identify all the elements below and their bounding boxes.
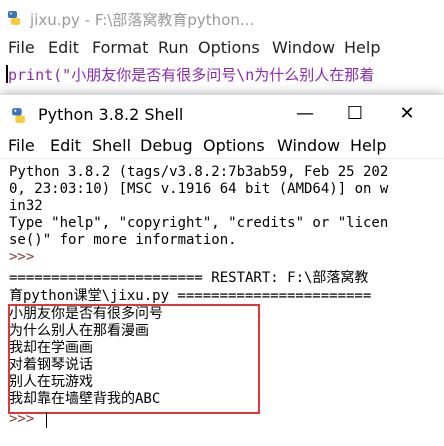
- editor-menu-window[interactable]: Window: [272, 38, 335, 57]
- banner-line: Type "help", "copyright", "credits" or "…: [9, 215, 389, 231]
- shell-titlebar[interactable]: Python 3.8.2 Shell — ☐ ✕: [0, 94, 444, 135]
- restart-line: 育python课堂\jixu.py ======================…: [9, 288, 372, 304]
- editor-menu-file[interactable]: File: [8, 38, 35, 57]
- editor-window: jixu.py - F:\部落窝教育python... File Edit Fo…: [0, 0, 444, 100]
- shell-title: Python 3.8.2 Shell: [38, 105, 184, 124]
- python-icon: [8, 11, 20, 25]
- editor-menubar: File Edit Format Run Options Window Help: [0, 38, 444, 60]
- highlight-box: [8, 304, 260, 414]
- banner-line: in32: [9, 198, 43, 214]
- editor-menu-options[interactable]: Options: [198, 38, 260, 57]
- editor-menu-run[interactable]: Run: [158, 38, 189, 57]
- shell-menu-debug[interactable]: Debug: [140, 136, 193, 155]
- banner-line: Python 3.8.2 (tags/v3.8.2:7b3ab59, Feb 2…: [9, 164, 389, 180]
- editor-menu-format[interactable]: Format: [92, 38, 148, 57]
- shell-menu-window[interactable]: Window: [277, 136, 340, 155]
- editor-menu-help[interactable]: Help: [344, 38, 380, 57]
- shell-menubar: File Edit Shell Debug Options Window Hel…: [0, 134, 444, 159]
- maximize-button[interactable]: ☐: [340, 101, 370, 127]
- shell-menu-options[interactable]: Options: [203, 136, 265, 155]
- editor-code-area[interactable]: print("小朋友你是否有很多问号\n为什么别人在那着: [0, 62, 444, 86]
- editor-titlebar[interactable]: jixu.py - F:\部落窝教育python...: [0, 0, 444, 36]
- banner-line: 0, 23:03:10) [MSC v.1916 64 bit (AMD64)]…: [9, 181, 389, 197]
- shell-window: Python 3.8.2 Shell — ☐ ✕ File Edit Shell…: [0, 94, 444, 446]
- editor-title: jixu.py - F:\部落窝教育python...: [30, 11, 255, 29]
- shell-prompt-current: >>>: [9, 411, 35, 427]
- shell-prompt: >>>: [9, 249, 35, 265]
- editor-code-line: print("小朋友你是否有很多问号\n为什么别人在那着: [8, 66, 375, 84]
- minimize-button[interactable]: —: [290, 101, 320, 127]
- shell-menu-file[interactable]: File: [8, 136, 35, 155]
- shell-menu-shell[interactable]: Shell: [92, 136, 131, 155]
- shell-menu-help[interactable]: Help: [350, 136, 386, 155]
- close-button[interactable]: ✕: [392, 101, 422, 127]
- shell-menu-edit[interactable]: Edit: [50, 136, 81, 155]
- shell-output-area[interactable]: Python 3.8.2 (tags/v3.8.2:7b3ab59, Feb 2…: [0, 160, 444, 446]
- shell-caret: [46, 412, 47, 428]
- python-icon: [12, 108, 25, 123]
- restart-line: ======================= RESTART: F:\部落窝教: [9, 270, 369, 286]
- editor-menu-edit[interactable]: Edit: [48, 38, 79, 57]
- banner-line: se()" for more information.: [9, 232, 237, 248]
